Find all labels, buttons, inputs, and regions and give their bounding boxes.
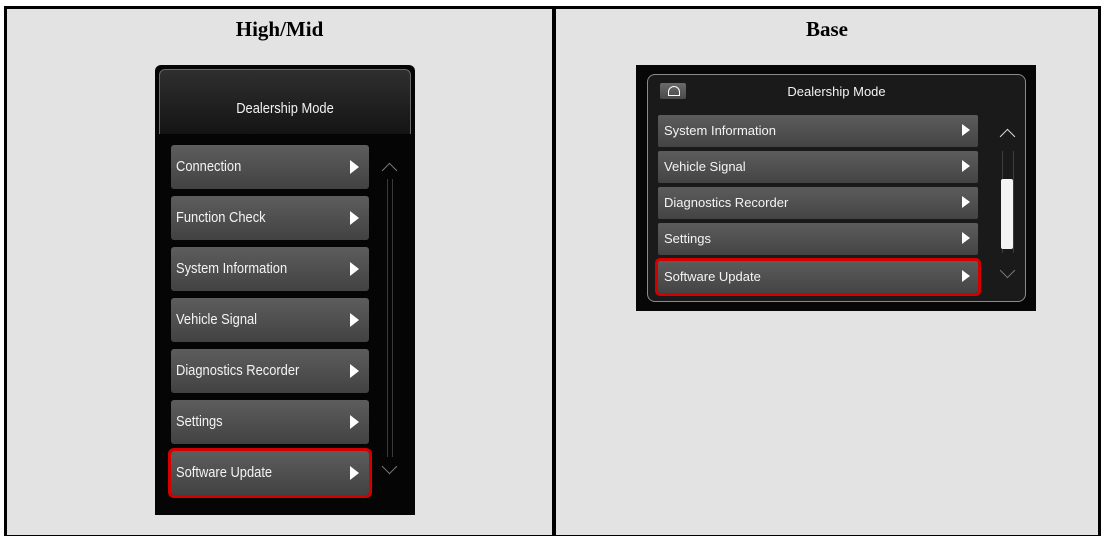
menu-item-label: Function Check <box>176 209 266 226</box>
scrollbar-track[interactable] <box>387 179 393 457</box>
arrow-right-icon <box>350 415 359 429</box>
arrow-right-icon <box>350 313 359 327</box>
menu-item-function-check[interactable]: Function Check <box>171 196 369 240</box>
menu-item-software-update[interactable]: Software Update <box>168 448 372 498</box>
menu-item-settings[interactable]: Settings <box>171 400 369 444</box>
arrow-right-icon <box>962 196 970 208</box>
menu-item-label: Diagnostics Recorder <box>176 362 300 379</box>
arrow-right-icon <box>350 211 359 225</box>
scroll-up-icon[interactable] <box>999 128 1016 145</box>
arrow-right-icon <box>962 270 970 282</box>
column-high-mid: High/Mid Dealership Mode Connection Func… <box>7 9 552 535</box>
arrow-right-icon <box>962 232 970 244</box>
arrow-right-icon <box>962 160 970 172</box>
arrow-right-icon <box>350 262 359 276</box>
menu-item-software-update[interactable]: Software Update <box>655 258 981 296</box>
menu-item-label: System Information <box>176 260 288 277</box>
menu-item-label: Software Update <box>176 464 273 481</box>
menu-item-label: Diagnostics Recorder <box>664 195 789 210</box>
menu-item-label: System Information <box>664 123 776 138</box>
column-heading-high-mid: High/Mid <box>235 17 324 41</box>
high-mid-screen: Dealership Mode Connection Function Chec… <box>155 65 415 515</box>
menu-item-label: Vehicle Signal <box>176 311 258 328</box>
menu-item-system-information[interactable]: System Information <box>658 115 978 147</box>
menu-item-label: Software Update <box>664 269 761 284</box>
menu-item-label: Settings <box>664 231 711 246</box>
menu-item-label: Connection <box>176 158 242 175</box>
scroll-down-icon[interactable] <box>999 262 1016 279</box>
scroll-up-icon[interactable] <box>381 162 398 179</box>
menu-item-connection[interactable]: Connection <box>171 145 369 189</box>
column-base: Base Dealership Mode System Information … <box>556 9 1098 535</box>
menu-item-vehicle-signal[interactable]: Vehicle Signal <box>658 151 978 183</box>
arrow-right-icon <box>962 124 970 136</box>
arrow-right-icon <box>350 364 359 378</box>
menu-item-diagnostics-recorder[interactable]: Diagnostics Recorder <box>171 349 369 393</box>
screen-title-bar: Dealership Mode <box>159 69 411 134</box>
menu-item-settings[interactable]: Settings <box>658 223 978 255</box>
comparison-table: High/Mid Dealership Mode Connection Func… <box>4 6 1101 536</box>
menu-item-vehicle-signal[interactable]: Vehicle Signal <box>171 298 369 342</box>
base-screen-frame: Dealership Mode System Information Vehic… <box>647 74 1026 302</box>
scroll-down-icon[interactable] <box>381 458 398 475</box>
screen-title: Dealership Mode <box>236 100 334 117</box>
menu-item-label: Vehicle Signal <box>664 159 746 174</box>
menu-item-diagnostics-recorder[interactable]: Diagnostics Recorder <box>658 187 978 219</box>
column-heading-base: Base <box>806 17 848 41</box>
scrollbar-thumb[interactable] <box>1001 179 1013 249</box>
base-screen: Dealership Mode System Information Vehic… <box>636 65 1036 311</box>
menu-item-system-information[interactable]: System Information <box>171 247 369 291</box>
arrow-right-icon <box>350 160 359 174</box>
menu-item-label: Settings <box>176 413 223 430</box>
screen-title: Dealership Mode <box>787 84 886 99</box>
arrow-right-icon <box>350 466 359 480</box>
